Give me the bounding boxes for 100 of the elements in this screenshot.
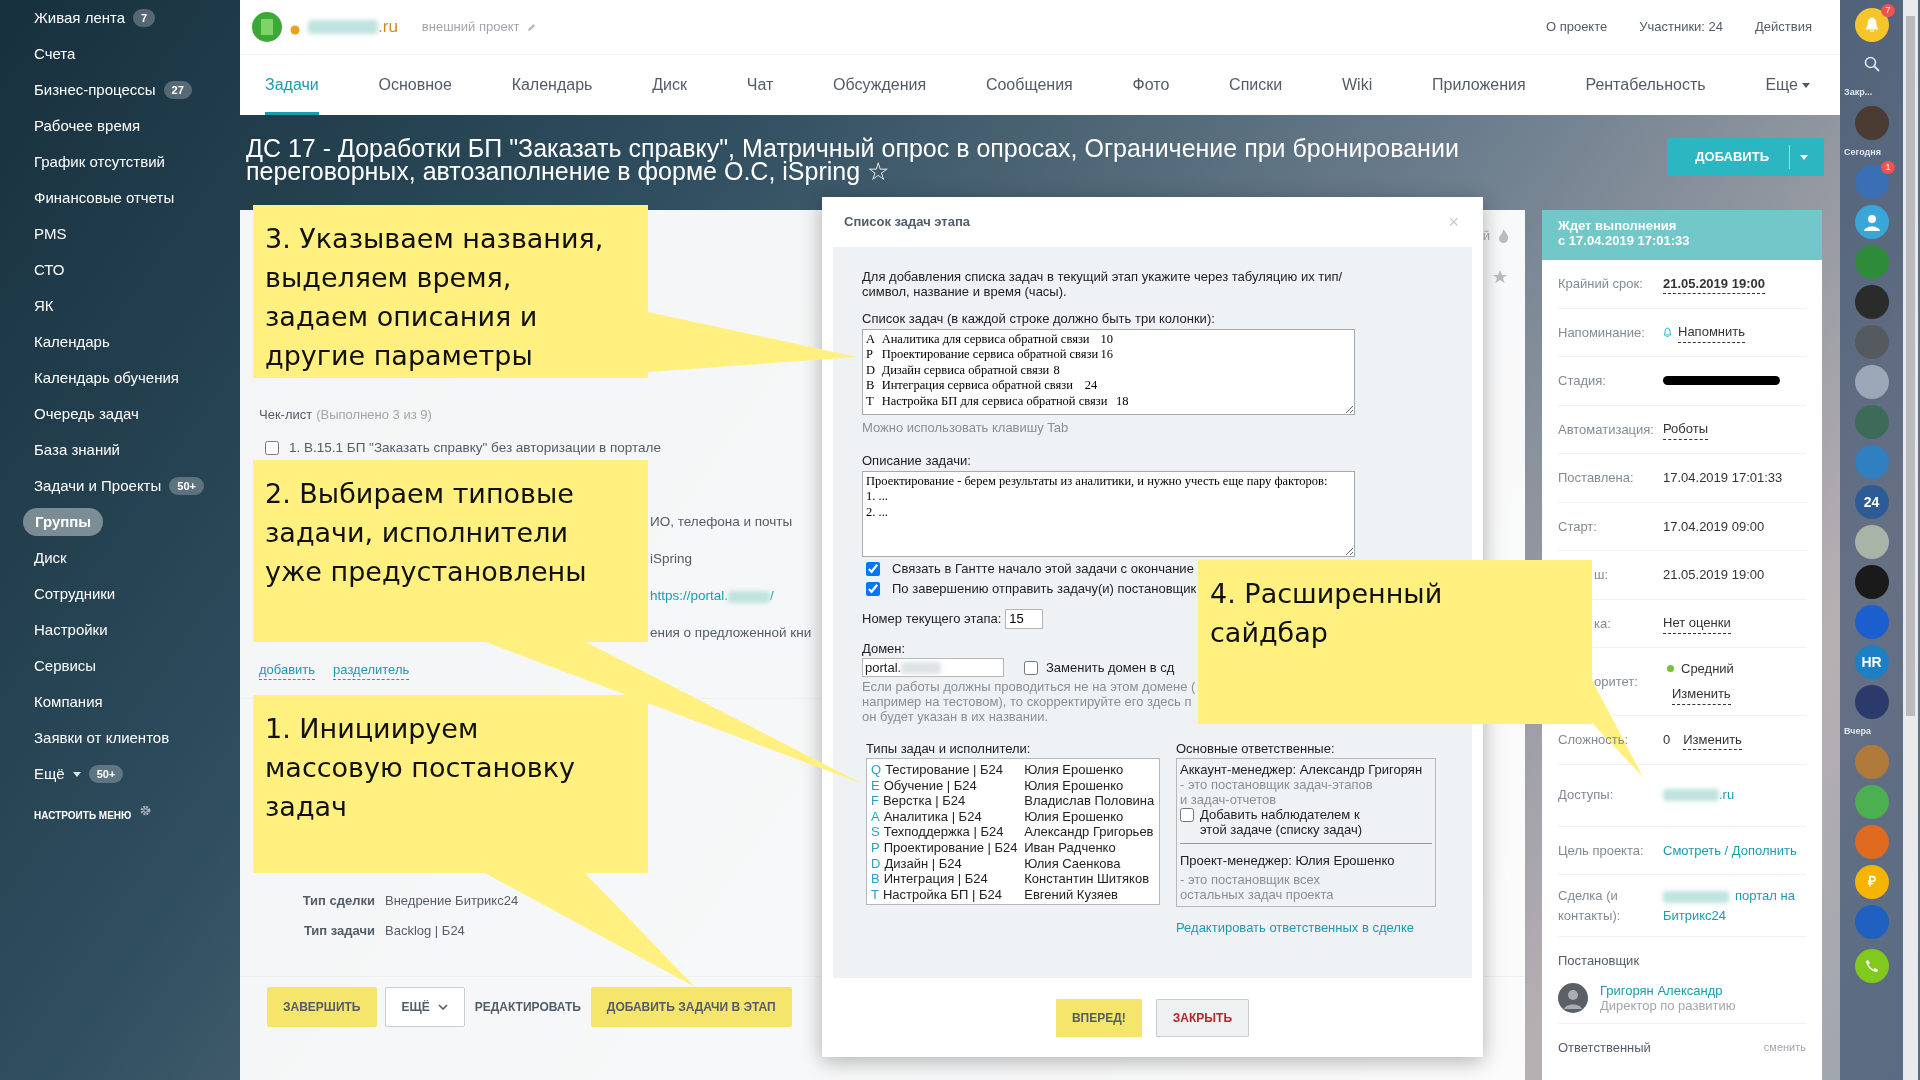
sidebar-item[interactable]: Сервисы [34,652,97,680]
tab[interactable]: Сообщения [985,55,1073,115]
star-icon[interactable] [1493,269,1507,284]
redacted-text [308,20,378,34]
sidebar-item[interactable]: Рабочее время [34,112,141,140]
sidebar-item[interactable]: Счета [34,40,76,68]
checkbox[interactable] [866,562,880,576]
sidebar-item[interactable]: Заявки от клиентов [34,724,170,752]
sidebar-item[interactable]: СТО [34,256,65,284]
sidebar-item[interactable]: Сотрудники [34,580,116,608]
avatar[interactable]: 24 [1854,485,1889,519]
field-value: Внедрение Битрикс24 [385,892,519,911]
sidebar-item[interactable]: Бизнес-процессы [34,76,156,104]
button[interactable]: ЗАВЕРШИТЬ [267,986,377,1027]
call-button[interactable] [1854,948,1889,983]
header-link[interactable]: Действия [1755,17,1812,37]
settings-icon[interactable] [139,803,153,817]
status-text: Ждет выполнения [1558,218,1678,233]
assignee-name: Юлия Ерошенко [1024,808,1125,825]
pencil-icon[interactable] [527,22,537,32]
hint-text: Если работы должны проводиться не на этом домене ( например на тестовом), то скорректируйте его здесь п он будет указан в их названии. [862,678,1197,724]
field-value[interactable]: Роботы [1663,419,1709,440]
checklist-summary: (Выполнено 3 из 9) [316,406,432,425]
user-icon [1862,213,1881,231]
tab[interactable]: Рентабельность [1585,55,1706,115]
field-label: Напоминание: [1558,323,1646,342]
task-type-letter: T [871,886,879,902]
button[interactable]: ЗАКРЫТЬ [1155,998,1250,1037]
header-link[interactable]: О проекте [1545,17,1608,37]
avatar[interactable] [1854,565,1889,599]
task-type: Верстка | Б24 [882,793,966,809]
tab[interactable]: Диск [652,55,687,115]
field-value[interactable]: 21.05.2019 19:00 [1663,273,1765,294]
task-type-letter: A [871,808,880,824]
domain-field[interactable]: portal. [862,658,1004,678]
avatar[interactable]: HR [1854,645,1889,679]
tab[interactable]: Чат [746,55,774,115]
count-badge: 27 [163,80,192,100]
tab[interactable]: Списки [1229,55,1283,115]
field-value[interactable]: Нет оценки [1663,613,1731,634]
notifications-button[interactable] [1854,8,1889,42]
sidebar-item[interactable]: Диск [34,544,67,572]
settings-link[interactable]: НАСТРОИТЬ МЕНЮ [34,807,132,823]
avatar[interactable] [1854,205,1889,239]
sidebar-item[interactable]: График отсутствий [34,148,165,176]
sidebar-item[interactable]: PMS [34,220,67,248]
field-label: ка: [1593,614,1612,633]
checkbox[interactable] [265,441,279,455]
logo-icon[interactable] [252,12,282,42]
sidebar-item[interactable]: Календарь [34,328,110,356]
header-link[interactable]: Участники: 24 [1639,17,1724,37]
change-link[interactable]: Изменить [1683,729,1742,750]
tab[interactable]: Обсуждения [833,55,927,115]
search-icon[interactable] [1863,56,1880,72]
sidebar-item[interactable]: Задачи и Проекты [34,472,162,500]
field-label: Доступы: [1558,786,1615,805]
task-type-letter: D [871,855,881,871]
field-label: Крайний срок: [1558,275,1644,293]
tab[interactable]: Календарь [511,55,593,115]
field-label: ш: [1593,566,1610,584]
description-field[interactable]: Проектирование - берем результаты из аналитики, и нужно учесть еще пару факторов: 1. ... 2. ... [862,470,1355,557]
sidebar-item[interactable]: Календарь обучения [34,364,179,392]
sidebar-item[interactable]: Очередь задач [34,400,139,428]
dropdown-button[interactable]: ЕЩЁ [384,986,465,1027]
change-link[interactable]: Изменить [1672,684,1731,705]
tab[interactable]: Еще [1765,55,1810,115]
avatar[interactable] [1558,982,1588,1013]
scrollbar[interactable] [1906,16,1915,716]
button[interactable]: ДОБАВИТЬ ЗАДАЧИ В ЭТАП [590,986,792,1027]
sidebar-item[interactable]: База знаний [34,436,120,464]
count-badge: 7 [1881,4,1895,17]
field-label: Стадия: [1558,372,1607,390]
sidebar-item[interactable]: Финансовые отчеты [34,184,175,212]
button[interactable]: ВПЕРЕД! [1055,998,1142,1037]
task-type-letter: B [871,871,880,887]
tab[interactable]: Основное [378,55,452,115]
button[interactable]: РЕДАКТИРОВАТЬ [472,986,583,1027]
field-label: Основные ответственные: [1176,739,1336,758]
sidebar-item[interactable]: Компания [34,688,103,716]
sidebar-item[interactable]: Настройки [34,616,108,644]
field-value: Средний [1681,659,1734,678]
checkbox[interactable] [866,582,880,596]
field-label: Автоматизация: [1558,420,1655,439]
stage-number-field[interactable]: 15 [1005,608,1044,629]
task-type: Дизайн | Б24 [884,855,962,871]
task-type-letter: Q [871,762,882,777]
checkbox[interactable] [1024,660,1038,675]
checklist-item-text: iSpring [650,550,693,569]
tab[interactable]: Приложения [1432,55,1526,115]
reminder-link[interactable]: Напомнить [1678,322,1745,343]
tab[interactable]: Wiki [1342,55,1373,115]
task-list-field[interactable]: A Аналитика для сервиса обратной связи 10 P Проектирование сервиса обратной связи 16 D Дизайн сервиса обратной связи 8 B Интеграция сервиса обратной связи 24 T Настройка БП для сервиса обратной связи 18 [862,328,1355,415]
sidebar-item[interactable]: Живая лента [34,4,126,32]
checkbox[interactable] [1180,808,1194,822]
avatar[interactable] [1854,285,1889,319]
assignee-name: Юлия Ерошенко [1024,777,1125,794]
sidebar-item[interactable]: ЯК [34,292,54,320]
sidebar-item[interactable]: Ещё [34,760,65,788]
tab[interactable]: Фото [1132,55,1170,115]
link[interactable]: Смотреть / Дополнить [1663,840,1797,860]
